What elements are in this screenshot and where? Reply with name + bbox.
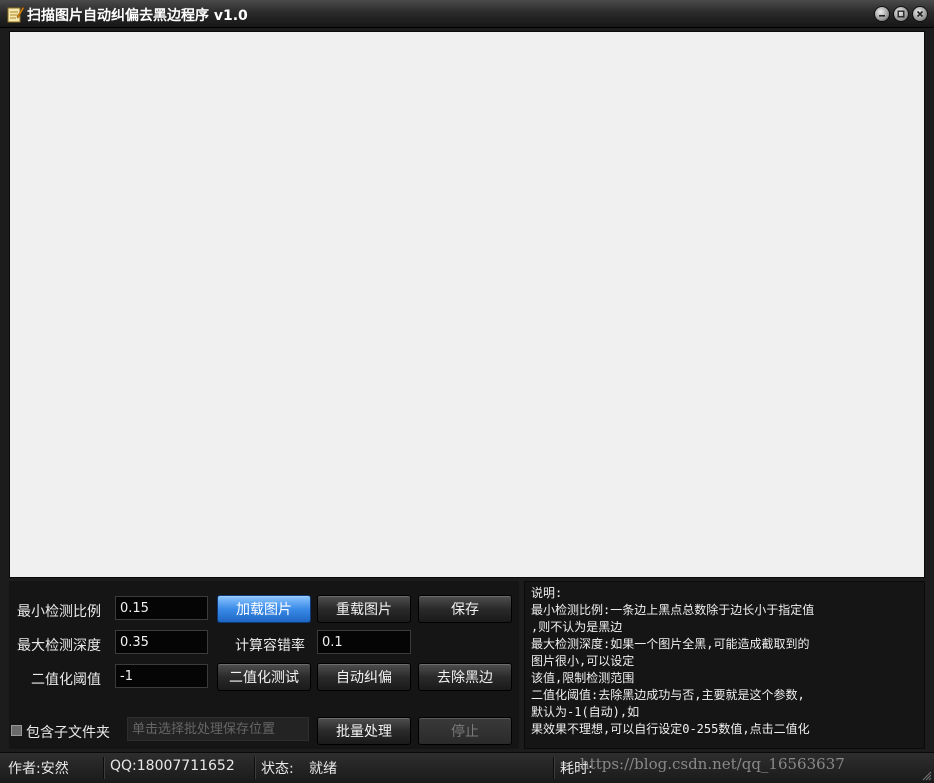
watermark-text: https://blog.csdn.net/qq_16563637 (580, 755, 845, 773)
tolerance-input[interactable] (317, 630, 411, 654)
tolerance-label: 计算容错率 (235, 638, 305, 654)
batch-save-path-input[interactable] (127, 717, 309, 741)
image-preview-area[interactable] (9, 31, 925, 578)
threshold-label: 二值化阈值 (31, 672, 101, 688)
batch-process-button[interactable]: 批量处理 (317, 717, 411, 745)
close-icon[interactable] (912, 6, 928, 22)
max-depth-label: 最大检测深度 (17, 638, 101, 654)
resize-grip-icon[interactable] (922, 771, 932, 781)
qq-text: QQ:18007711652 (110, 758, 235, 774)
include-subfolders-checkbox[interactable] (11, 725, 22, 736)
status-divider (103, 757, 104, 779)
reload-image-button[interactable]: 重载图片 (317, 595, 411, 623)
threshold-stepper[interactable] (115, 664, 309, 688)
help-line: 该值,限制检测范围 (531, 671, 635, 685)
binarize-test-button[interactable]: 二值化测试 (217, 663, 311, 691)
state-value: 就绪 (309, 761, 337, 777)
help-line: 默认为-1(自动),如 (531, 705, 640, 719)
maximize-icon[interactable] (893, 6, 909, 22)
help-line: 说明: (531, 586, 563, 600)
include-subfolders-label: 包含子文件夹 (26, 725, 110, 741)
title-bar[interactable]: 扫描图片自动纠偏去黑边程序 v1.0 (0, 0, 934, 28)
help-line: 图片很小,可以设定 (531, 654, 635, 668)
status-divider (553, 757, 554, 779)
stop-button[interactable]: 停止 (418, 717, 512, 745)
min-ratio-label: 最小检测比例 (17, 604, 101, 620)
threshold-input[interactable] (115, 664, 208, 688)
help-line: 最小检测比例:一条边上黑点总数除于边长小于指定值 (531, 603, 815, 617)
state-label: 状态: (261, 761, 294, 777)
app-notepad-icon (7, 6, 24, 23)
help-text-panel: 说明: 最小检测比例:一条边上黑点总数除于边长小于指定值 ,则不认为是黑边 最大… (524, 581, 925, 749)
load-image-button[interactable]: 加载图片 (217, 595, 311, 623)
help-line: ,则不认为是黑边 (531, 620, 623, 634)
window-title: 扫描图片自动纠偏去黑边程序 v1.0 (27, 8, 248, 24)
controls-panel: 最小检测比例 加载图片 重载图片 保存 最大检测深度 计算容错率 二值化阈值 二… (9, 581, 519, 749)
max-depth-input[interactable] (115, 630, 208, 654)
min-ratio-input[interactable] (115, 596, 208, 620)
author-text: 作者:安然 (8, 761, 69, 777)
auto-deskew-button[interactable]: 自动纠偏 (317, 663, 411, 691)
help-line: 果效果不理想,可以自行设定0-255数值,点击二值化 (531, 722, 810, 736)
minimize-icon[interactable] (874, 6, 890, 22)
help-line: 最大检测深度:如果一个图片全黑,可能造成截取到的 (531, 637, 810, 651)
save-button[interactable]: 保存 (418, 595, 512, 623)
status-divider (254, 757, 255, 779)
help-line: 二值化阈值:去除黑边成功与否,主要就是这个参数, (531, 688, 805, 702)
remove-black-border-button[interactable]: 去除黑边 (418, 663, 512, 691)
